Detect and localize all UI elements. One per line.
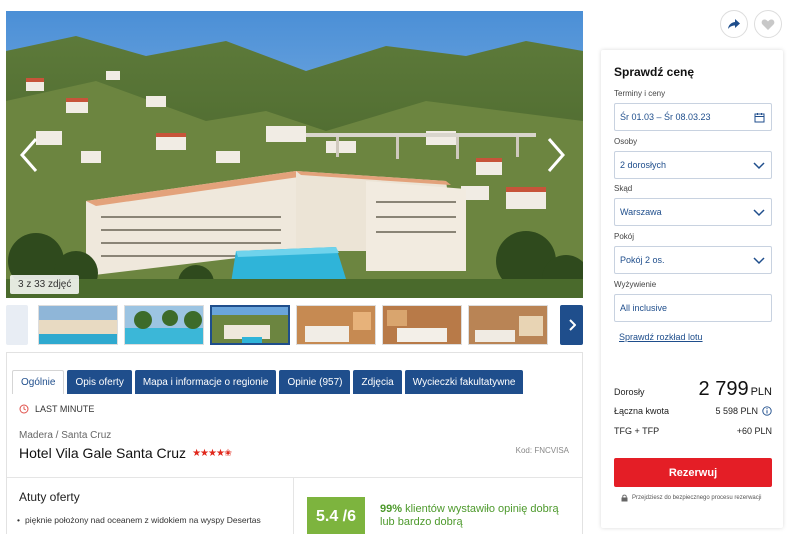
- hotel-name: Hotel Vila Gale Santa Cruz: [19, 445, 187, 461]
- tab-offer-description[interactable]: Opis oferty: [67, 370, 132, 394]
- info-icon[interactable]: [762, 406, 772, 416]
- tab-photos[interactable]: Zdjęcia: [353, 370, 402, 394]
- total-amount: 5 598 PLN: [715, 406, 772, 416]
- rating-score: 5.4 /6: [307, 497, 365, 534]
- chevron-down-icon: [753, 209, 765, 217]
- previous-photo-arrow-icon[interactable]: [14, 135, 44, 175]
- thumbnail[interactable]: [296, 305, 376, 345]
- share-button[interactable]: [720, 10, 748, 38]
- last-minute-label: LAST MINUTE: [35, 404, 95, 414]
- room-label: Pokój: [614, 232, 635, 241]
- total-value: 5 598 PLN: [715, 406, 758, 416]
- region-breadcrumb: Madera / Santa Cruz: [19, 430, 112, 441]
- share-icon: [728, 19, 740, 29]
- secure-note: Przejdziesz do bezpiecznego procesu reze…: [621, 494, 761, 502]
- thumbnail[interactable]: [38, 305, 118, 345]
- tab-excursions[interactable]: Wycieczki fakultatywne: [404, 370, 524, 394]
- heart-icon: [761, 18, 775, 30]
- chevron-down-icon: [753, 257, 765, 265]
- favorite-button[interactable]: [754, 10, 782, 38]
- from-value: Warszawa: [620, 207, 662, 217]
- persons-value: 2 dorosłych: [620, 160, 667, 170]
- booking-panel: Sprawdź cenę Terminy i ceny Śr 01.03 – Ś…: [601, 50, 783, 528]
- rating-percent: 99%: [380, 503, 403, 515]
- lock-icon: [621, 494, 628, 502]
- photo-counter: 3 z 33 zdjęć: [10, 275, 80, 294]
- tfg-row: TFG + TFP +60 PLN: [614, 426, 772, 436]
- persons-select[interactable]: 2 dorosłych: [614, 151, 772, 179]
- feature-item: pięknie położony nad oceanem z widokiem …: [17, 515, 275, 525]
- hotel-photo[interactable]: 3 z 33 zdjęć: [6, 11, 583, 298]
- secure-text: Przejdziesz do bezpiecznego procesu reze…: [632, 495, 762, 501]
- board-value: All inclusive: [620, 303, 668, 313]
- tab-map-region[interactable]: Mapa i informacje o regionie: [134, 370, 277, 394]
- room-select[interactable]: Pokój 2 os.: [614, 246, 772, 274]
- reserve-button[interactable]: Rezerwuj: [614, 458, 772, 487]
- dates-value: Śr 01.03 – Śr 08.03.23: [620, 112, 711, 122]
- chevron-right-icon: [568, 319, 576, 331]
- thumbnail-prev-button[interactable]: [6, 305, 28, 345]
- thumbnail[interactable]: [124, 305, 204, 345]
- tab-overview[interactable]: Ogólnie: [12, 370, 65, 394]
- dates-field[interactable]: Śr 01.03 – Śr 08.03.23: [614, 103, 772, 131]
- tab-reviews[interactable]: Opinie (957): [279, 370, 351, 394]
- total-label: Łączna kwota: [614, 406, 670, 416]
- next-photo-arrow-icon[interactable]: [541, 135, 571, 175]
- rating-summary: 99% klientów wystawiło opinię dobrą lub …: [380, 503, 570, 529]
- currency: PLN: [750, 386, 772, 398]
- persons-label: Osoby: [614, 137, 638, 146]
- tfg-label: TFG + TFP: [614, 426, 660, 436]
- dates-label: Terminy i ceny: [614, 89, 666, 98]
- thumbnail[interactable]: [468, 305, 548, 345]
- tfg-value: +60 PLN: [736, 426, 772, 436]
- offer-code: Kod: FNCVISA: [515, 446, 569, 455]
- room-value: Pokój 2 os.: [620, 255, 665, 265]
- board-label: Wyżywienie: [614, 280, 657, 289]
- thumbnail-strip: [6, 305, 583, 345]
- adult-price-value: 2 799: [698, 378, 749, 400]
- offer-tabs: Ogólnie Opis oferty Mapa i informacje o …: [12, 370, 524, 394]
- board-select[interactable]: All inclusive: [614, 294, 772, 322]
- star-rating: ★★★★✬: [192, 447, 232, 459]
- thumbnail[interactable]: [382, 305, 462, 345]
- last-minute-badge: LAST MINUTE: [19, 404, 94, 414]
- thumbnail-next-button[interactable]: [560, 305, 583, 345]
- rating-description: klientów wystawiło opinię dobrą lub bard…: [380, 503, 559, 528]
- flight-schedule-link[interactable]: Sprawdź rozkład lotu: [619, 332, 703, 342]
- adult-label: Dorosły: [614, 387, 645, 397]
- thumbnail-active[interactable]: [210, 305, 290, 345]
- chevron-down-icon: [753, 162, 765, 170]
- total-row: Łączna kwota 5 598 PLN: [614, 406, 772, 416]
- calendar-icon: [754, 113, 765, 123]
- features-title: Atuty oferty: [19, 490, 80, 504]
- booking-title: Sprawdź cenę: [614, 65, 695, 79]
- divider: [7, 477, 582, 478]
- offer-info-panel: Ogólnie Opis oferty Mapa i informacje o …: [6, 352, 583, 534]
- clock-icon: [19, 404, 29, 414]
- adult-price-row: Dorosły 2 799 PLN: [614, 378, 772, 401]
- divider: [293, 477, 294, 534]
- from-label: Skąd: [614, 184, 633, 193]
- hotel-title: Hotel Vila Gale Santa Cruz ★★★★✬: [19, 445, 232, 461]
- departure-select[interactable]: Warszawa: [614, 198, 772, 226]
- adult-price: 2 799 PLN: [699, 378, 772, 401]
